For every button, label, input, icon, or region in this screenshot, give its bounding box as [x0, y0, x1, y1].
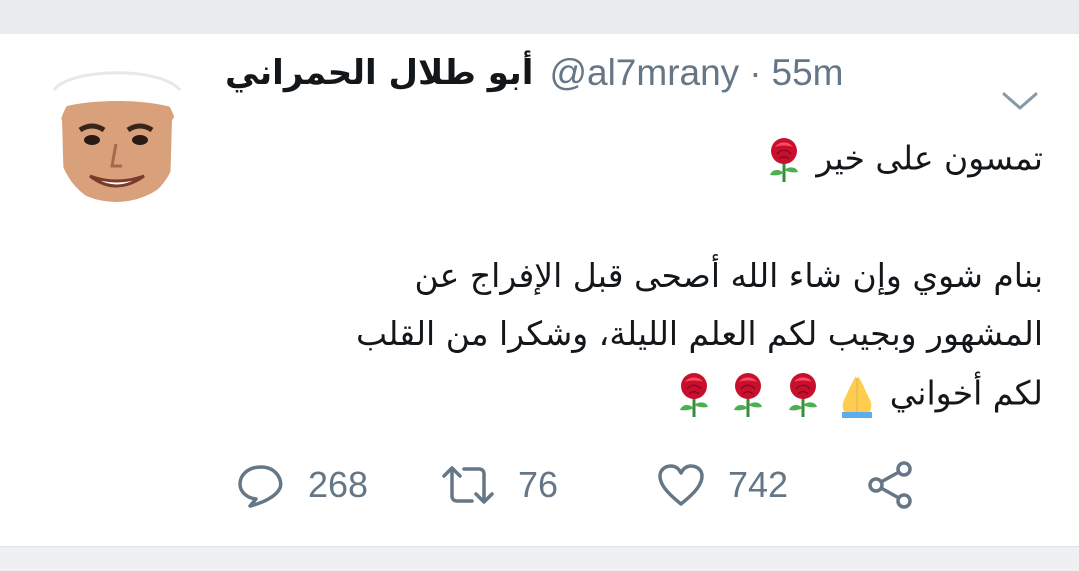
rose-emoji	[765, 137, 803, 183]
share-icon	[868, 461, 912, 509]
rose-emoji	[675, 372, 713, 418]
tweet-text-greeting: تمسون على خير	[816, 138, 1043, 178]
tweet-text-body-2: المشهور وبجيب لكم العلم الليلة، وشكرا من…	[355, 314, 1043, 353]
rose-emoji	[729, 372, 767, 418]
rose-emoji	[784, 372, 822, 418]
chevron-down-icon[interactable]	[1000, 86, 1040, 116]
bottom-divider	[0, 546, 1079, 571]
reply-button[interactable]: 268	[236, 455, 368, 515]
reply-count: 268	[308, 464, 369, 505]
retweet-icon	[442, 466, 494, 504]
tweet-text-line-3: المشهور وبجيب لكم العلم الليلة، وشكرا من…	[356, 314, 1043, 353]
like-count: 742	[728, 464, 789, 505]
author-name[interactable]: أبو طلال الحمراني	[225, 53, 533, 93]
retweet-count: 76	[518, 464, 559, 505]
like-button[interactable]: 742	[656, 455, 788, 515]
tweet-text-body-1: بنام شوي وإن شاء الله أصحى قبل الإفراج ع…	[414, 256, 1043, 295]
timestamp[interactable]: 55m	[772, 52, 844, 94]
retweet-button[interactable]: 76	[440, 455, 558, 515]
avatar[interactable]	[40, 50, 192, 202]
tweet-actions: 268 76 742	[0, 455, 1079, 515]
top-divider	[0, 0, 1079, 34]
tweet-text-line-2: بنام شوي وإن شاء الله أصحى قبل الإفراج ع…	[415, 256, 1043, 295]
reply-icon	[238, 465, 283, 508]
tweet-text-line-1: تمسون على خير	[762, 137, 1043, 183]
share-button[interactable]	[866, 455, 916, 515]
author-handle[interactable]: @al7mrany	[549, 52, 739, 94]
tweet-header: أبو طلال الحمراني @al7mrany · 55m	[225, 48, 844, 98]
folded-hands-emoji	[838, 372, 876, 418]
like-icon	[658, 464, 704, 506]
separator-dot: ·	[749, 52, 762, 93]
tweet-text-line-4: لكم أخواني	[672, 372, 1043, 418]
tweet-text-body-3: لكم أخواني	[889, 373, 1043, 413]
